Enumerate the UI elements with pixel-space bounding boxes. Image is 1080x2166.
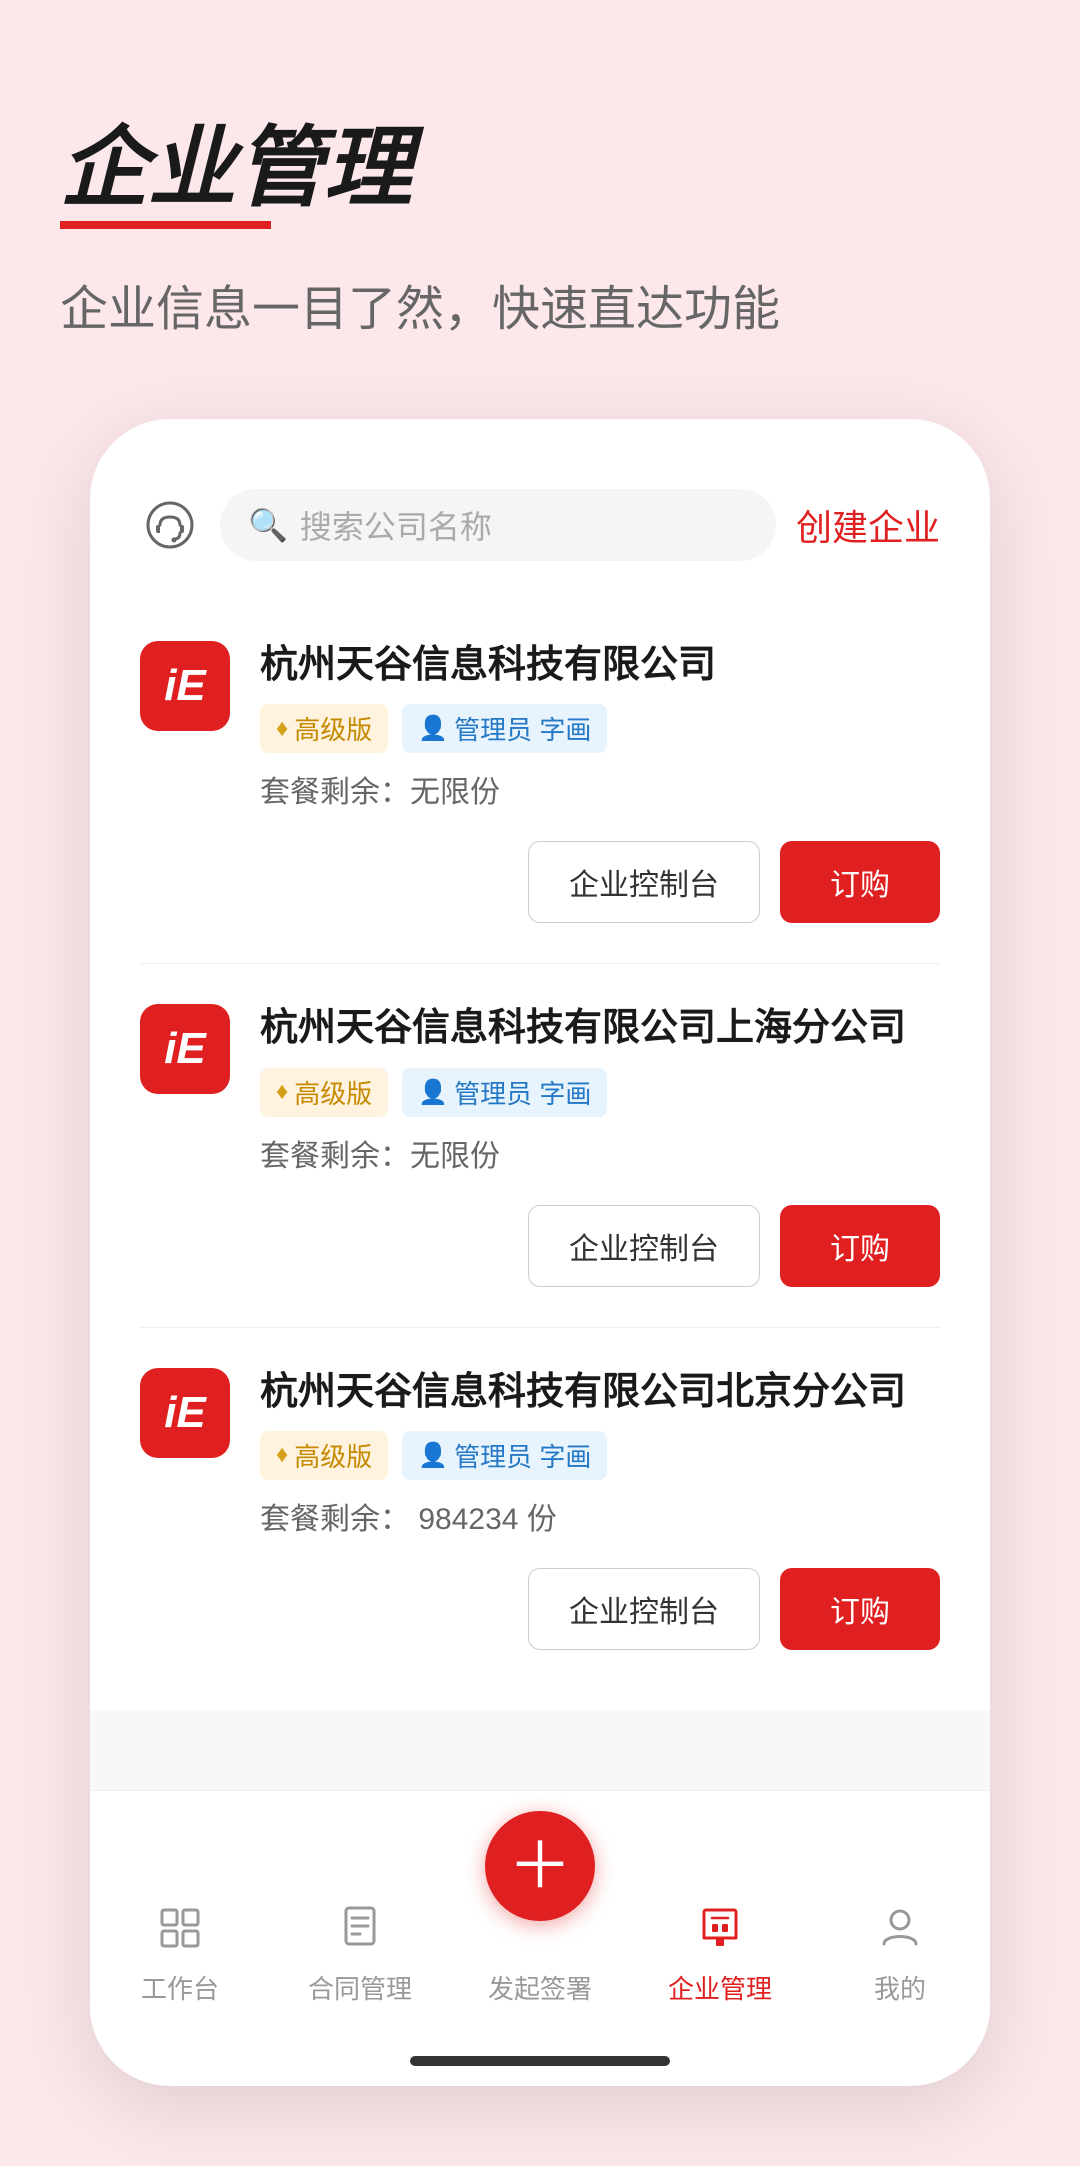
company-card-3: iE 杭州天谷信息科技有限公司北京分公司 ♦ 高级版 👤 管理员 字画 (140, 1328, 940, 1690)
company-logo-text-2: iE (164, 1024, 206, 1074)
company-card-2: iE 杭州天谷信息科技有限公司上海分公司 ♦ 高级版 👤 管理员 字画 (140, 964, 940, 1327)
company-tags-2: ♦ 高级版 👤 管理员 字画 (260, 1068, 940, 1117)
company-logo-text-3: iE (164, 1388, 206, 1438)
company-logo-3: iE (140, 1368, 230, 1458)
tab-label-workbench: 工作台 (141, 1969, 219, 2006)
workbench-icon (156, 1904, 204, 1961)
company-name-3: 杭州天谷信息科技有限公司北京分公司 (260, 1368, 940, 1417)
tag-admin-1: 👤 管理员 字画 (402, 704, 607, 753)
tab-mine[interactable]: 我的 (835, 1904, 965, 2006)
page-subtitle: 企业信息一目了然，快速直达功能 (60, 269, 1020, 339)
tag-premium-2: ♦ 高级版 (260, 1068, 388, 1117)
tag-premium-1: ♦ 高级版 (260, 704, 388, 753)
phone-frame: 🔍 搜索公司名称 创建企业 iE 杭州天谷信息科技有限公司 ♦ 高级版 (90, 419, 990, 2086)
tag-premium-3: ♦ 高级版 (260, 1431, 388, 1480)
mine-icon (876, 1904, 924, 1961)
company-tags-3: ♦ 高级版 👤 管理员 字画 (260, 1431, 940, 1480)
company-quota-1: 套餐剩余：无限份 (260, 767, 940, 811)
tab-label-mine: 我的 (874, 1969, 926, 2006)
company-logo-text-1: iE (164, 661, 206, 711)
create-enterprise-button[interactable]: 创建企业 (796, 499, 940, 551)
control-panel-button-2[interactable]: 企业控制台 (528, 1205, 760, 1287)
tab-label-sign: 发起签署 (488, 1969, 592, 2006)
company-name-2: 杭州天谷信息科技有限公司上海分公司 (260, 1004, 940, 1053)
company-actions-1: 企业控制台 订购 (140, 841, 940, 923)
admin-icon-3: 👤 (418, 1441, 448, 1470)
company-info-3: 杭州天谷信息科技有限公司北京分公司 ♦ 高级版 👤 管理员 字画 套餐剩余： 9… (260, 1368, 940, 1538)
company-quota-2: 套餐剩余：无限份 (260, 1131, 940, 1175)
company-logo-2: iE (140, 1004, 230, 1094)
company-actions-3: 企业控制台 订购 (140, 1568, 940, 1650)
tab-enterprise[interactable]: 企业管理 (655, 1904, 785, 2006)
company-logo-1: iE (140, 641, 230, 731)
page-title: 企业管理 (60, 120, 412, 229)
support-icon[interactable] (140, 495, 200, 555)
tab-label-contract: 合同管理 (308, 1969, 412, 2006)
company-quota-3: 套餐剩余： 984234 份 (260, 1494, 940, 1538)
company-info-2: 杭州天谷信息科技有限公司上海分公司 ♦ 高级版 👤 管理员 字画 套餐剩余：无限… (260, 1004, 940, 1174)
list-spacer (90, 1710, 990, 1790)
company-card-2-top: iE 杭州天谷信息科技有限公司上海分公司 ♦ 高级版 👤 管理员 字画 (140, 1004, 940, 1174)
home-indicator (410, 2056, 670, 2066)
company-info-1: 杭州天谷信息科技有限公司 ♦ 高级版 👤 管理员 字画 套餐剩余：无限份 (260, 641, 940, 811)
company-list: iE 杭州天谷信息科技有限公司 ♦ 高级版 👤 管理员 字画 (90, 581, 990, 1710)
company-name-1: 杭州天谷信息科技有限公司 (260, 641, 940, 690)
premium-icon-3: ♦ (276, 1441, 288, 1469)
tab-label-enterprise: 企业管理 (668, 1969, 772, 2006)
control-panel-button-1[interactable]: 企业控制台 (528, 841, 760, 923)
app-header: 🔍 搜索公司名称 创建企业 (90, 469, 990, 581)
fab-plus-icon: ＋ (508, 1834, 572, 1898)
search-placeholder-text: 搜索公司名称 (300, 502, 492, 548)
admin-icon-2: 👤 (418, 1078, 448, 1107)
tab-contract[interactable]: 合同管理 (295, 1904, 425, 2006)
tag-admin-2: 👤 管理员 字画 (402, 1068, 607, 1117)
order-button-3[interactable]: 订购 (780, 1568, 940, 1650)
premium-icon-2: ♦ (276, 1078, 288, 1106)
control-panel-button-3[interactable]: 企业控制台 (528, 1568, 760, 1650)
contract-icon (336, 1904, 384, 1961)
order-button-1[interactable]: 订购 (780, 841, 940, 923)
order-button-2[interactable]: 订购 (780, 1205, 940, 1287)
company-actions-2: 企业控制台 订购 (140, 1205, 940, 1287)
tab-sign-fab[interactable]: ＋ 发起签署 (475, 1811, 605, 2006)
company-card-1-top: iE 杭州天谷信息科技有限公司 ♦ 高级版 👤 管理员 字画 (140, 641, 940, 811)
tag-admin-3: 👤 管理员 字画 (402, 1431, 607, 1480)
tab-bar: 工作台 合同管理 ＋ 发起签署 (90, 1790, 990, 2056)
enterprise-icon (696, 1904, 744, 1961)
company-card-1: iE 杭州天谷信息科技有限公司 ♦ 高级版 👤 管理员 字画 (140, 601, 940, 964)
search-bar[interactable]: 🔍 搜索公司名称 (220, 489, 776, 561)
company-card-3-top: iE 杭州天谷信息科技有限公司北京分公司 ♦ 高级版 👤 管理员 字画 (140, 1368, 940, 1538)
fab-button[interactable]: ＋ (485, 1811, 595, 1921)
tab-workbench[interactable]: 工作台 (115, 1904, 245, 2006)
page-header: 企业管理 企业信息一目了然，快速直达功能 (60, 120, 1020, 339)
company-tags-1: ♦ 高级版 👤 管理员 字画 (260, 704, 940, 753)
admin-icon-1: 👤 (418, 714, 448, 743)
premium-icon-1: ♦ (276, 715, 288, 743)
search-icon: 🔍 (248, 506, 288, 544)
